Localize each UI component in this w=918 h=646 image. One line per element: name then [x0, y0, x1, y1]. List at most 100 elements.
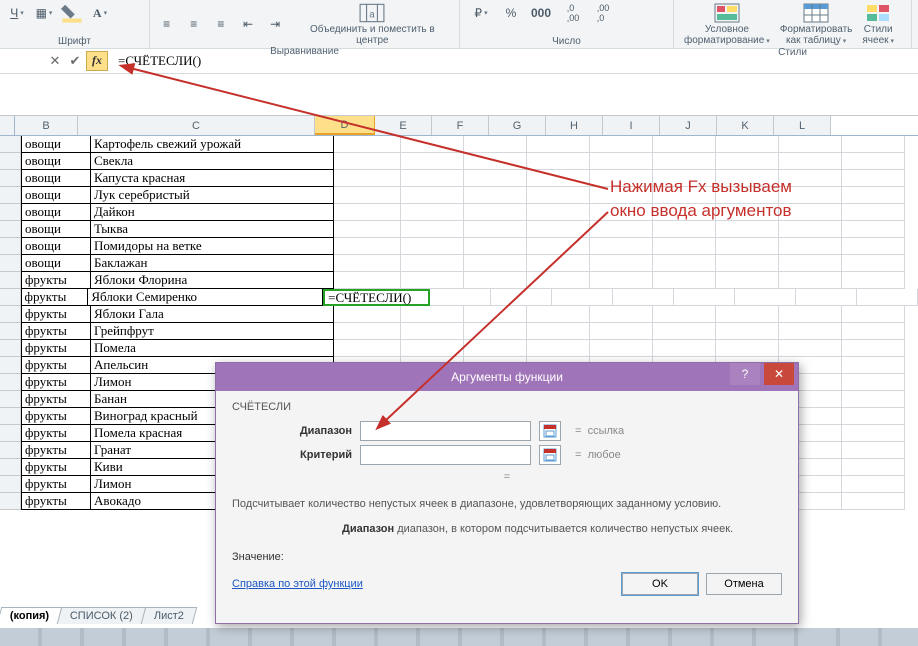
cell[interactable] [779, 136, 842, 153]
cell[interactable] [464, 255, 527, 272]
cell[interactable] [334, 204, 401, 221]
cell[interactable] [401, 170, 464, 187]
cell[interactable] [857, 289, 918, 306]
cell[interactable]: фрукты [21, 425, 91, 442]
cell[interactable] [464, 136, 527, 153]
fill-color-icon[interactable] [60, 2, 84, 24]
cell[interactable]: Яблоки Гала [91, 306, 334, 323]
cell[interactable] [590, 136, 653, 153]
borders-icon[interactable]: ▦▾ [30, 2, 58, 24]
cell[interactable] [527, 204, 590, 221]
cell[interactable] [334, 272, 401, 289]
arg-criteria-input[interactable] [360, 445, 531, 465]
cell[interactable] [401, 153, 464, 170]
cell[interactable]: Грейпфрут [91, 323, 334, 340]
align-center-icon[interactable]: ≡ [183, 13, 204, 35]
cell[interactable] [334, 306, 401, 323]
cell[interactable]: овощи [21, 187, 91, 204]
cell[interactable] [334, 255, 401, 272]
cell[interactable]: Яблоки Семиренко [88, 289, 323, 306]
cell[interactable] [401, 136, 464, 153]
cell[interactable] [401, 204, 464, 221]
cell[interactable] [779, 306, 842, 323]
cell[interactable] [779, 272, 842, 289]
cell[interactable]: Баклажан [91, 255, 334, 272]
cell[interactable] [401, 221, 464, 238]
cell[interactable] [334, 136, 401, 153]
cell[interactable] [464, 323, 527, 340]
cell[interactable] [716, 340, 779, 357]
conditional-formatting-button[interactable]: Условноеформатирование▾ [680, 2, 774, 47]
cell[interactable]: фрукты [21, 476, 91, 493]
cell[interactable] [491, 289, 552, 306]
cell[interactable] [842, 238, 905, 255]
cell[interactable]: фрукты [21, 442, 91, 459]
cell[interactable] [842, 187, 905, 204]
column-header[interactable]: J [660, 116, 717, 135]
cell[interactable] [334, 340, 401, 357]
cell[interactable] [842, 476, 905, 493]
cell[interactable] [716, 136, 779, 153]
cell[interactable] [653, 306, 716, 323]
column-header[interactable]: H [546, 116, 603, 135]
cell[interactable] [842, 357, 905, 374]
cell[interactable] [464, 187, 527, 204]
column-header[interactable]: G [489, 116, 546, 135]
cell[interactable]: фрукты [21, 374, 91, 391]
cell[interactable] [401, 306, 464, 323]
cell[interactable] [430, 289, 491, 306]
column-header[interactable]: F [432, 116, 489, 135]
cell[interactable] [590, 238, 653, 255]
accept-formula-icon[interactable]: ✔ [66, 52, 84, 70]
cell[interactable] [464, 306, 527, 323]
cell[interactable] [842, 272, 905, 289]
cell[interactable] [527, 153, 590, 170]
cell[interactable]: Картофель свежий урожай [91, 136, 334, 153]
cell[interactable] [464, 170, 527, 187]
cell[interactable]: овощи [21, 238, 91, 255]
cell[interactable] [716, 272, 779, 289]
cell[interactable] [842, 136, 905, 153]
cell[interactable] [653, 153, 716, 170]
cell[interactable] [779, 323, 842, 340]
cell[interactable]: фрукты [21, 289, 89, 306]
cell[interactable]: фрукты [21, 459, 91, 476]
cell-styles-button[interactable]: Стилиячеек▾ [858, 2, 898, 47]
cell[interactable] [842, 306, 905, 323]
cell[interactable] [653, 323, 716, 340]
cell[interactable] [527, 323, 590, 340]
cell[interactable] [464, 204, 527, 221]
cell[interactable]: овощи [21, 153, 91, 170]
currency-icon[interactable]: ₽▾ [466, 2, 496, 24]
column-header[interactable]: E [375, 116, 432, 135]
cell[interactable] [527, 306, 590, 323]
cell[interactable]: овощи [21, 204, 91, 221]
cell[interactable] [779, 153, 842, 170]
cell[interactable] [401, 238, 464, 255]
cell[interactable] [527, 187, 590, 204]
cell[interactable] [653, 221, 716, 238]
cell[interactable] [590, 306, 653, 323]
cell[interactable]: овощи [21, 170, 91, 187]
indent-decrease-icon[interactable]: ⇤ [237, 13, 258, 35]
cell[interactable]: Капуста красная [91, 170, 334, 187]
indent-increase-icon[interactable]: ⇥ [265, 13, 286, 35]
cell[interactable] [842, 204, 905, 221]
column-header[interactable]: B [15, 116, 78, 135]
dialog-titlebar[interactable]: Аргументы функции ? ✕ [216, 363, 798, 391]
cell[interactable] [590, 255, 653, 272]
cell[interactable] [653, 340, 716, 357]
cell[interactable] [842, 442, 905, 459]
align-left-icon[interactable]: ≡ [156, 13, 177, 35]
cell[interactable]: фрукты [21, 323, 91, 340]
cell[interactable]: Помидоры на ветке [91, 238, 334, 255]
align-right-icon[interactable]: ≡ [210, 13, 231, 35]
cell[interactable] [334, 170, 401, 187]
cell[interactable]: овощи [21, 221, 91, 238]
cell[interactable] [401, 272, 464, 289]
cell[interactable]: фрукты [21, 391, 91, 408]
cell[interactable] [653, 136, 716, 153]
cell[interactable] [796, 289, 857, 306]
merge-center-button[interactable]: a Объединить и поместить в центре [292, 2, 453, 46]
cancel-formula-icon[interactable]: ✕ [46, 52, 64, 70]
